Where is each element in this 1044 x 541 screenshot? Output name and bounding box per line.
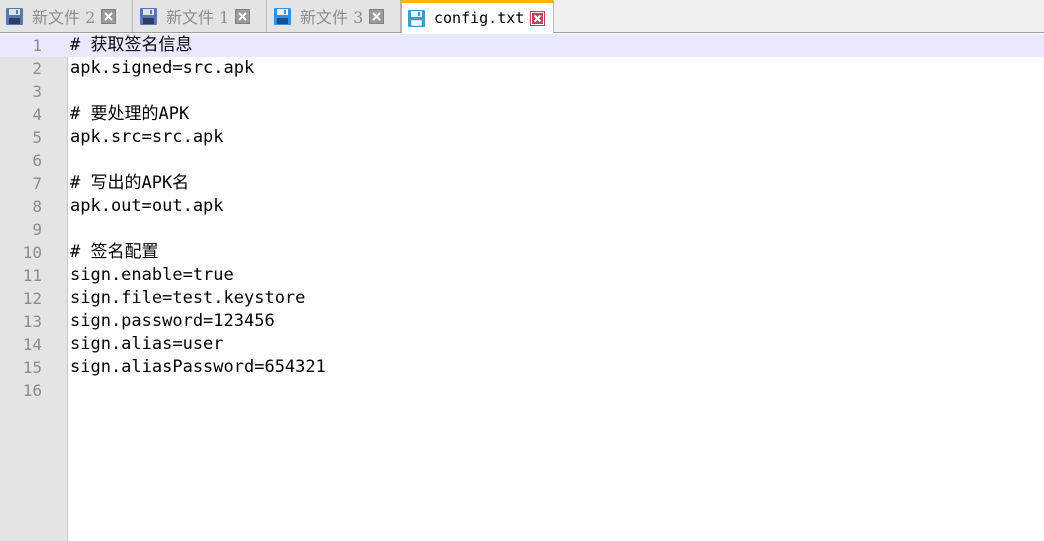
tab-label: 新文件 2 <box>32 8 96 27</box>
line-number: 4 <box>32 105 42 124</box>
line-number: 8 <box>32 197 42 216</box>
line-text: apk.out=out.apk <box>70 196 224 216</box>
line-number: 16 <box>22 381 42 400</box>
line-text: sign.enable=true <box>70 265 234 285</box>
code-line[interactable]: 14 sign.alias=user <box>0 333 1044 356</box>
tab-label: 新文件 1 <box>166 8 230 27</box>
line-number: 13 <box>22 312 42 331</box>
line-text: sign.aliasPassword=654321 <box>70 357 326 377</box>
code-line[interactable]: 12 sign.file=test.keystore <box>0 287 1044 310</box>
line-number: 11 <box>22 266 42 285</box>
line-text: # 写出的APK名 <box>70 173 190 193</box>
line-number: 7 <box>32 174 42 193</box>
code-line[interactable]: 10 # 签名配置 <box>0 241 1044 264</box>
code-line[interactable]: 6 <box>0 149 1044 172</box>
line-number: 12 <box>22 289 42 308</box>
code-line[interactable]: 11 sign.enable=true <box>0 264 1044 287</box>
line-text: apk.signed=src.apk <box>70 58 255 78</box>
line-number: 14 <box>22 335 42 354</box>
code-line[interactable]: 3 <box>0 80 1044 103</box>
save-icon <box>6 7 23 25</box>
tab-bar: 新文件 2 新文件 1 新文件 3 config.txt <box>0 0 1044 33</box>
line-number: 15 <box>22 358 42 377</box>
line-number: 6 <box>32 151 42 170</box>
save-icon <box>408 9 425 27</box>
tab-new-file-1[interactable]: 新文件 1 <box>134 0 267 32</box>
line-number: 3 <box>32 82 42 101</box>
code-line[interactable]: 9 <box>0 218 1044 241</box>
code-line[interactable]: 2 apk.signed=src.apk <box>0 57 1044 80</box>
code-line[interactable]: 8 apk.out=out.apk <box>0 195 1044 218</box>
line-number: 9 <box>32 220 42 239</box>
close-icon[interactable] <box>235 8 251 24</box>
line-text: # 签名配置 <box>70 242 159 262</box>
save-icon <box>274 7 291 25</box>
line-text: # 要处理的APK <box>70 104 190 124</box>
line-text: sign.password=123456 <box>70 311 275 331</box>
line-number: 2 <box>32 59 42 78</box>
code-line[interactable]: 1 # 获取签名信息 <box>0 34 1044 57</box>
tab-new-file-2[interactable]: 新文件 2 <box>0 0 133 32</box>
line-text: sign.alias=user <box>70 334 224 354</box>
editor[interactable]: 1 # 获取签名信息 2 apk.signed=src.apk 3 4 # 要处… <box>0 34 1044 541</box>
close-icon[interactable] <box>369 8 385 24</box>
code-line[interactable]: 15 sign.aliasPassword=654321 <box>0 356 1044 379</box>
code-line[interactable]: 7 # 写出的APK名 <box>0 172 1044 195</box>
close-icon[interactable] <box>101 8 117 24</box>
code-line[interactable]: 4 # 要处理的APK <box>0 103 1044 126</box>
line-text: # 获取签名信息 <box>70 35 193 55</box>
tab-label: 新文件 3 <box>300 8 364 27</box>
tab-new-file-3[interactable]: 新文件 3 <box>268 0 401 32</box>
line-number: 1 <box>32 36 42 55</box>
line-text: apk.src=src.apk <box>70 127 224 147</box>
code-line[interactable]: 5 apk.src=src.apk <box>0 126 1044 149</box>
line-number: 5 <box>32 128 42 147</box>
line-text: sign.file=test.keystore <box>70 288 306 308</box>
code-line[interactable]: 13 sign.password=123456 <box>0 310 1044 333</box>
tab-label: config.txt <box>434 9 525 27</box>
close-icon[interactable] <box>530 10 546 26</box>
tab-config-txt[interactable]: config.txt <box>401 0 554 33</box>
code-line[interactable]: 16 <box>0 379 1044 402</box>
line-number: 10 <box>22 243 42 262</box>
save-icon <box>140 7 157 25</box>
